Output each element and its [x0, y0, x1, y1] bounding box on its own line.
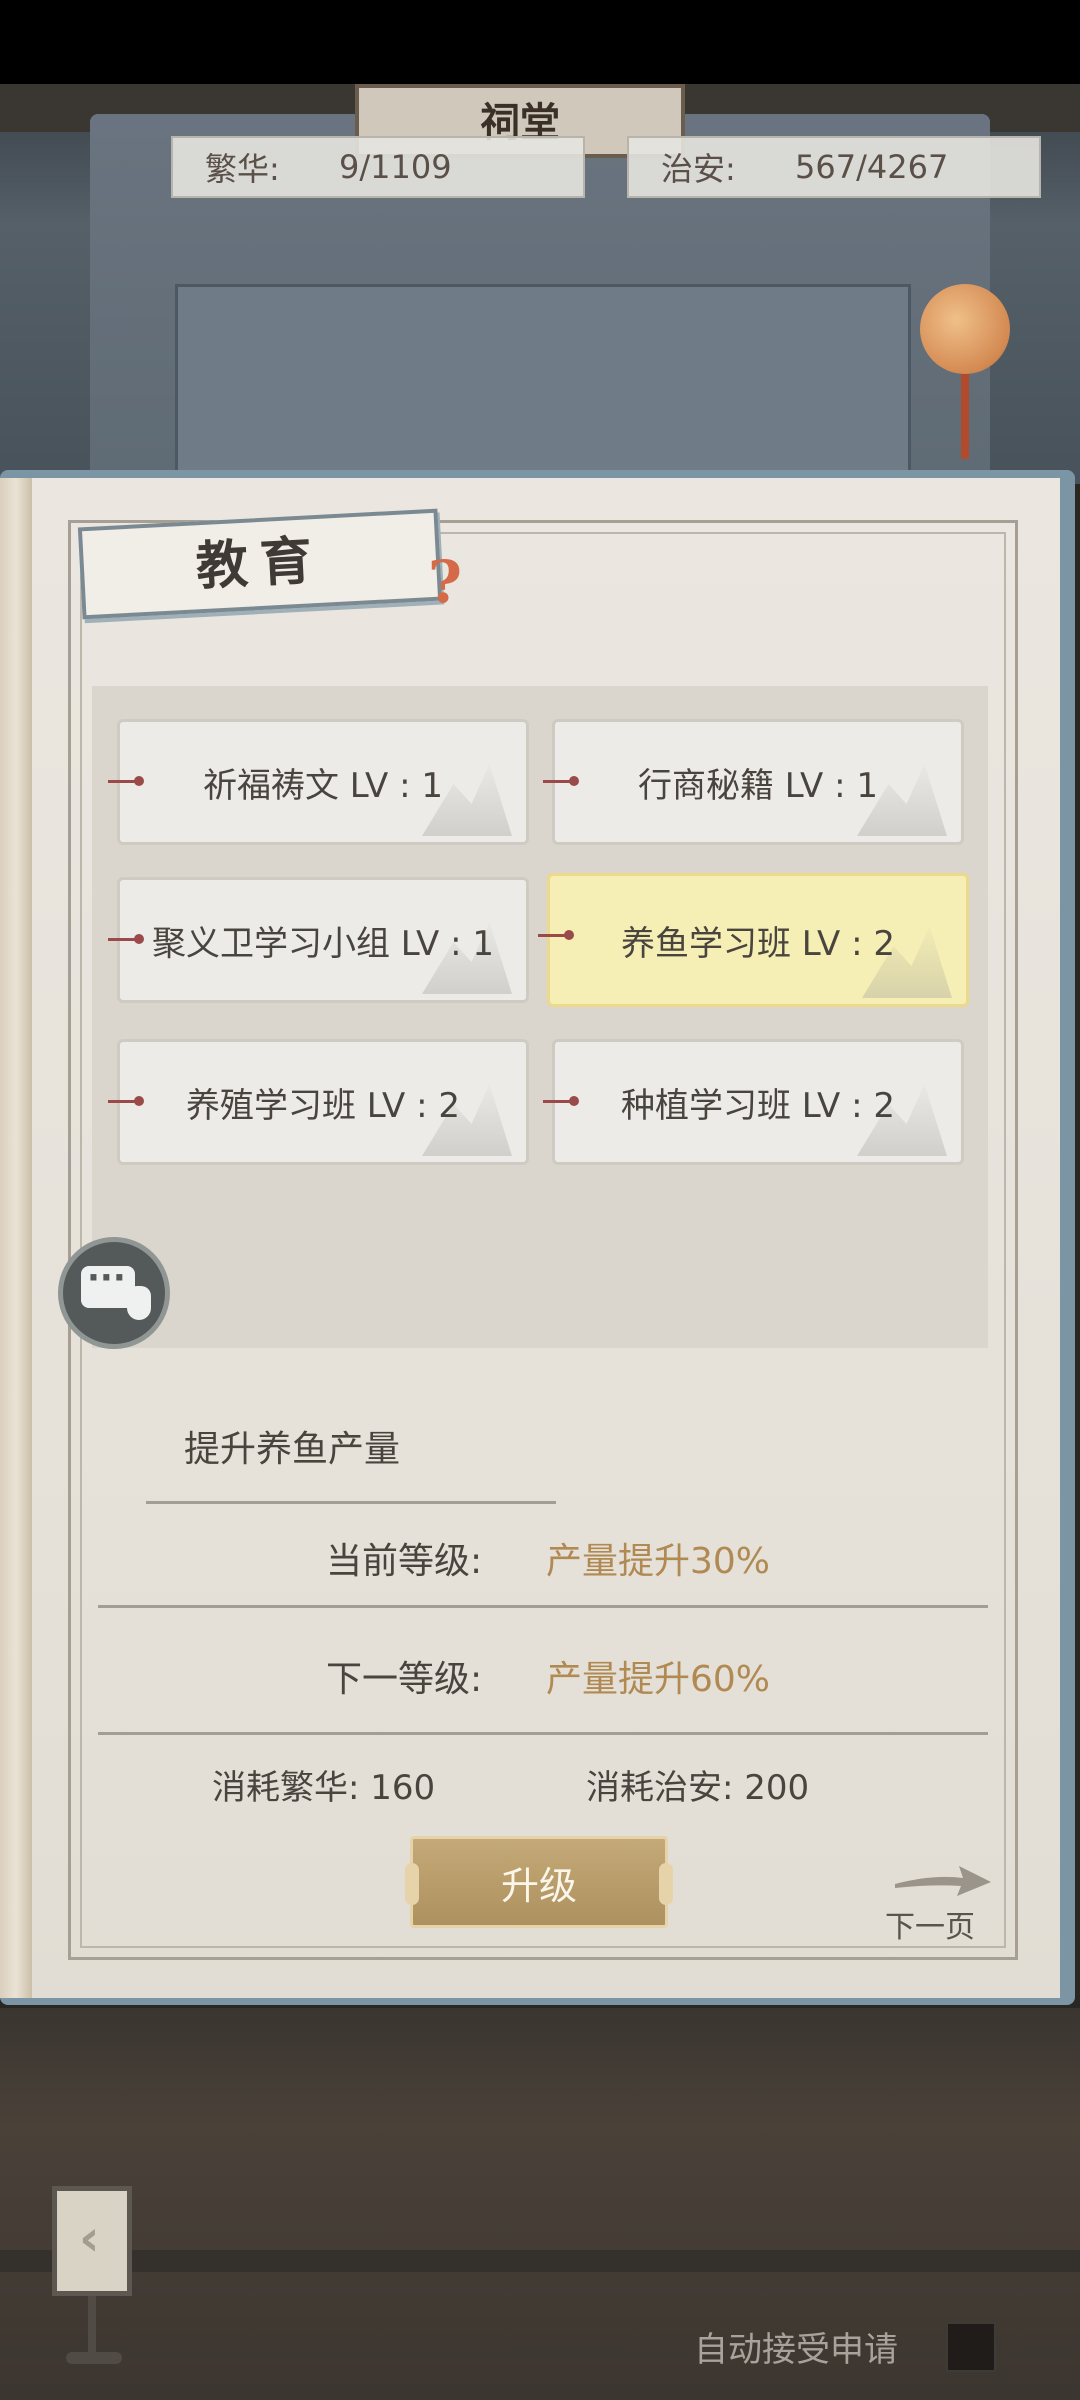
skill-card[interactable]: 祈福祷文 LV : 1 [108, 719, 529, 845]
pin-icon [543, 776, 579, 786]
skill-name: 养殖学习班 LV : 2 [186, 1085, 460, 1126]
order-value: 567/4267 [795, 148, 949, 186]
skill-grid: 祈福祷文 LV : 1 行商秘籍 LV : 1 聚义卫学习小组 LV : 1 养… [92, 686, 988, 1348]
next-level-label: 下一等级: [326, 1659, 483, 1700]
next-page-label: 下一页 [885, 1910, 975, 1945]
help-icon[interactable]: ? [428, 548, 462, 616]
book-spine [0, 478, 32, 1998]
cost-prosperity: 消耗繁华: 160 [212, 1768, 436, 1808]
pin-icon [543, 1096, 579, 1106]
order-stat: 治安: 567/4267 [627, 136, 1041, 198]
checkbox-icon[interactable] [946, 2322, 996, 2372]
current-level-label: 当前等级: [326, 1541, 483, 1582]
pin-icon [108, 1096, 144, 1106]
skill-name: 祈福祷文 LV : 1 [203, 765, 443, 806]
status-bar [0, 0, 1080, 84]
prosperity-stat: 繁华: 9/1109 [171, 136, 585, 198]
pin-icon [108, 776, 144, 786]
order-label: 治安: [661, 150, 736, 188]
skill-name: 养鱼学习班 LV : 2 [621, 923, 895, 964]
next-level-value: 产量提升60% [546, 1659, 771, 1700]
lamp-back-icon: ‹ [79, 2209, 100, 2267]
auto-accept-label: 自动接受申请 [694, 2330, 898, 2370]
cost-order: 消耗治安: 200 [586, 1768, 810, 1808]
skill-card-selected[interactable]: 养鱼学习班 LV : 2 [538, 873, 969, 1007]
lamp-base [66, 2352, 122, 2364]
floor-background [0, 2008, 1080, 2400]
skill-card[interactable]: 聚义卫学习小组 LV : 1 [108, 877, 529, 1003]
skill-card[interactable]: 行商秘籍 LV : 1 [543, 719, 964, 845]
panel-title: 教育 [194, 529, 326, 598]
upgrade-label: 升级 [500, 1863, 577, 1908]
lamp-pole [88, 2296, 96, 2356]
upgrade-button[interactable]: 升级 [405, 1836, 673, 1928]
panel-title-tag: 教育 [77, 508, 443, 620]
divider [98, 1732, 988, 1735]
back-lamp-button[interactable]: ‹ [52, 2186, 132, 2296]
floor-trim [0, 2250, 1080, 2272]
prosperity-label: 繁华: [205, 150, 280, 188]
skill-name: 行商秘籍 LV : 1 [638, 765, 878, 806]
next-arrow-icon [895, 1866, 991, 1896]
pin-icon [108, 934, 144, 944]
lantern-icon [920, 284, 1010, 374]
chat-button[interactable] [58, 1237, 170, 1349]
skill-card[interactable]: 种植学习班 LV : 2 [543, 1039, 964, 1165]
wall-scroll [175, 284, 911, 484]
divider [98, 1605, 988, 1608]
next-page-button[interactable]: 下一页 [885, 1860, 995, 1945]
divider [146, 1501, 556, 1504]
button-ornament [405, 1863, 419, 1905]
current-level-value: 产量提升30% [546, 1541, 771, 1582]
pin-icon [538, 930, 574, 940]
education-book: 教育 ? 祈福祷文 LV : 1 行商秘籍 LV : 1 聚义卫学习小组 LV … [0, 478, 1060, 1998]
skill-description: 提升养鱼产量 [184, 1429, 401, 1470]
skill-name: 种植学习班 LV : 2 [621, 1085, 895, 1126]
skill-card[interactable]: 养殖学习班 LV : 2 [108, 1039, 529, 1165]
lantern-tassel [961, 374, 969, 459]
skill-name: 聚义卫学习小组 LV : 1 [152, 923, 494, 964]
button-ornament [659, 1863, 673, 1905]
vase-icon [127, 1286, 151, 1320]
prosperity-value: 9/1109 [339, 148, 452, 186]
